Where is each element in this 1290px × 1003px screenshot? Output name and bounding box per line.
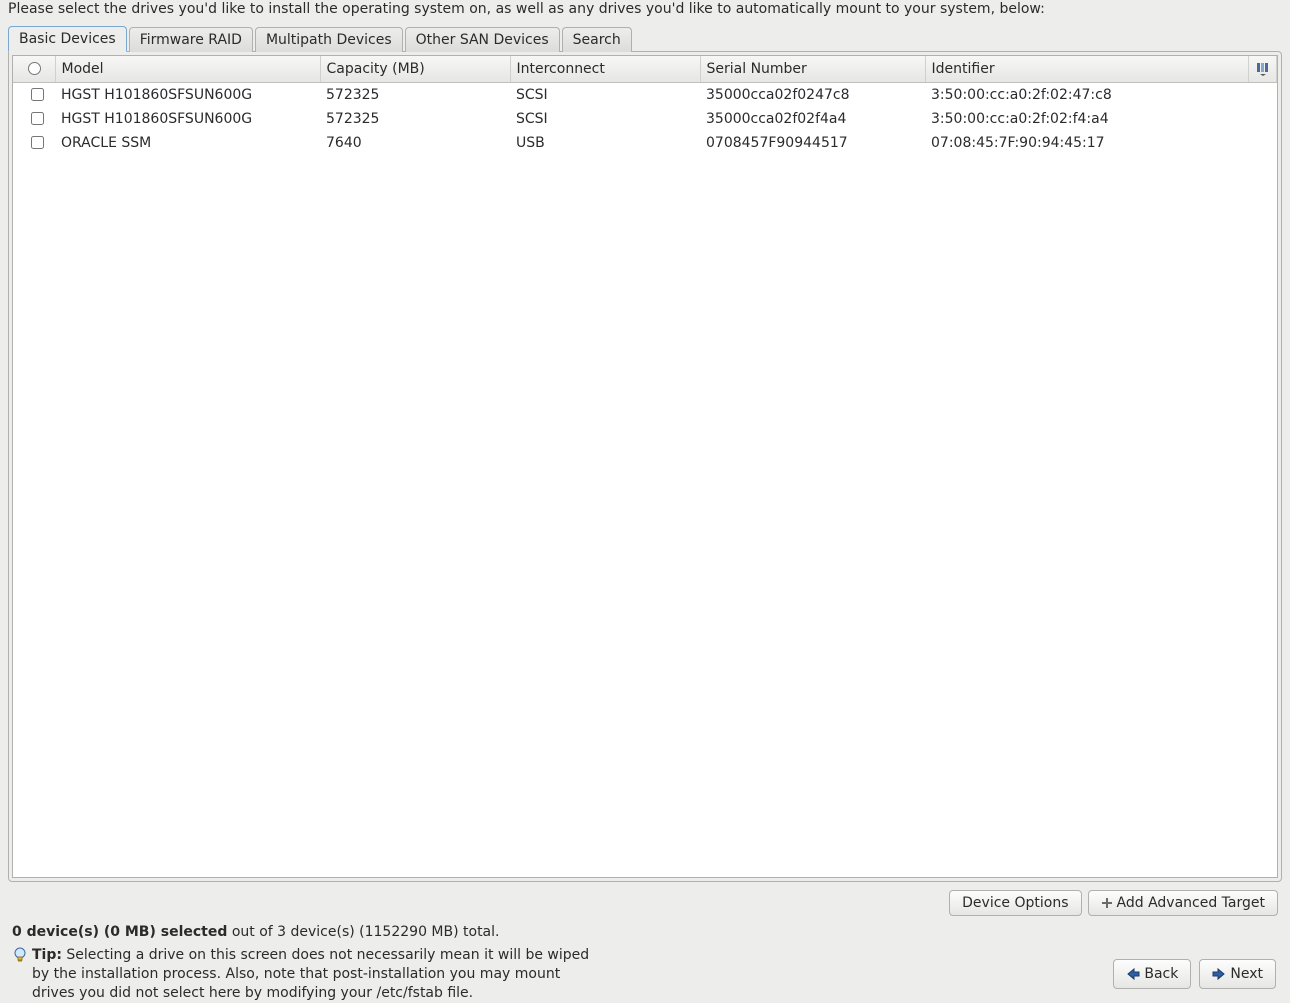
cell-serial: 0708457F90944517 [700,131,925,155]
column-serial[interactable]: Serial Number [700,56,925,83]
cell-identifier: 3:50:00:cc:a0:2f:02:f4:a4 [925,107,1249,131]
cell-serial: 35000cca02f0247c8 [700,82,925,107]
select-all-radio[interactable] [28,62,41,75]
arrow-left-icon [1126,967,1140,981]
table-header-row: Model Capacity (MB) Interconnect Serial … [13,56,1277,83]
column-chooser-icon [1256,62,1270,76]
table-row[interactable]: ORACLE SSM 7640 USB 0708457F90944517 07:… [13,131,1277,155]
row-checkbox[interactable] [31,112,44,125]
action-row: Device Options Add Advanced Target [0,882,1290,916]
lightbulb-icon [12,947,28,969]
arrow-right-icon [1212,967,1226,981]
selected-total: out of 3 device(s) (1152290 MB) total. [227,924,499,940]
cell-model: ORACLE SSM [55,131,320,155]
tip-row: Tip: Selecting a drive on this screen do… [12,946,592,1003]
status-area: 0 device(s) (0 MB) selected out of 3 dev… [0,916,1290,1003]
column-interconnect[interactable]: Interconnect [510,56,700,83]
column-capacity[interactable]: Capacity (MB) [320,56,510,83]
row-checkbox[interactable] [31,88,44,101]
next-button[interactable]: Next [1199,959,1276,989]
add-advanced-target-button[interactable]: Add Advanced Target [1088,890,1278,916]
cell-model: HGST H101860SFSUN600G [55,82,320,107]
cell-interconnect: SCSI [510,107,700,131]
table-row[interactable]: HGST H101860SFSUN600G 572325 SCSI 35000c… [13,82,1277,107]
table-row[interactable]: HGST H101860SFSUN600G 572325 SCSI 35000c… [13,107,1277,131]
tab-panel: Model Capacity (MB) Interconnect Serial … [8,51,1282,882]
column-identifier[interactable]: Identifier [925,56,1249,83]
cell-interconnect: SCSI [510,82,700,107]
selected-status: 0 device(s) (0 MB) selected out of 3 dev… [12,924,1278,940]
device-options-button[interactable]: Device Options [949,890,1081,916]
plus-icon [1101,897,1113,909]
cell-capacity: 7640 [320,131,510,155]
cell-interconnect: USB [510,131,700,155]
cell-capacity: 572325 [320,107,510,131]
select-all-header[interactable] [13,56,55,83]
back-button[interactable]: Back [1113,959,1191,989]
column-options[interactable] [1249,56,1277,83]
selected-count-bold: 0 device(s) (0 MB) selected [12,924,227,940]
device-table-wrap: Model Capacity (MB) Interconnect Serial … [12,55,1278,878]
tip-body: Selecting a drive on this screen does no… [32,947,589,1001]
next-label: Next [1230,966,1263,982]
tab-bar: Basic Devices Firmware RAID Multipath De… [8,26,1282,52]
tab-multipath-devices[interactable]: Multipath Devices [255,27,403,52]
cell-serial: 35000cca02f02f4a4 [700,107,925,131]
cell-identifier: 07:08:45:7F:90:94:45:17 [925,131,1249,155]
tab-other-san-devices[interactable]: Other SAN Devices [405,27,560,52]
cell-capacity: 572325 [320,82,510,107]
device-table: Model Capacity (MB) Interconnect Serial … [13,56,1277,155]
tip-label: Tip: [32,947,62,963]
nav-row: Back Next [1113,959,1276,989]
cell-identifier: 3:50:00:cc:a0:2f:02:47:c8 [925,82,1249,107]
tip-text: Tip: Selecting a drive on this screen do… [32,946,592,1003]
tab-search[interactable]: Search [562,27,632,52]
tab-firmware-raid[interactable]: Firmware RAID [129,27,253,52]
row-checkbox[interactable] [31,136,44,149]
add-advanced-target-label: Add Advanced Target [1117,895,1265,911]
cell-model: HGST H101860SFSUN600G [55,107,320,131]
back-label: Back [1144,966,1178,982]
tab-basic-devices[interactable]: Basic Devices [8,26,127,52]
column-model[interactable]: Model [55,56,320,83]
instruction-text: Please select the drives you'd like to i… [0,0,1290,19]
